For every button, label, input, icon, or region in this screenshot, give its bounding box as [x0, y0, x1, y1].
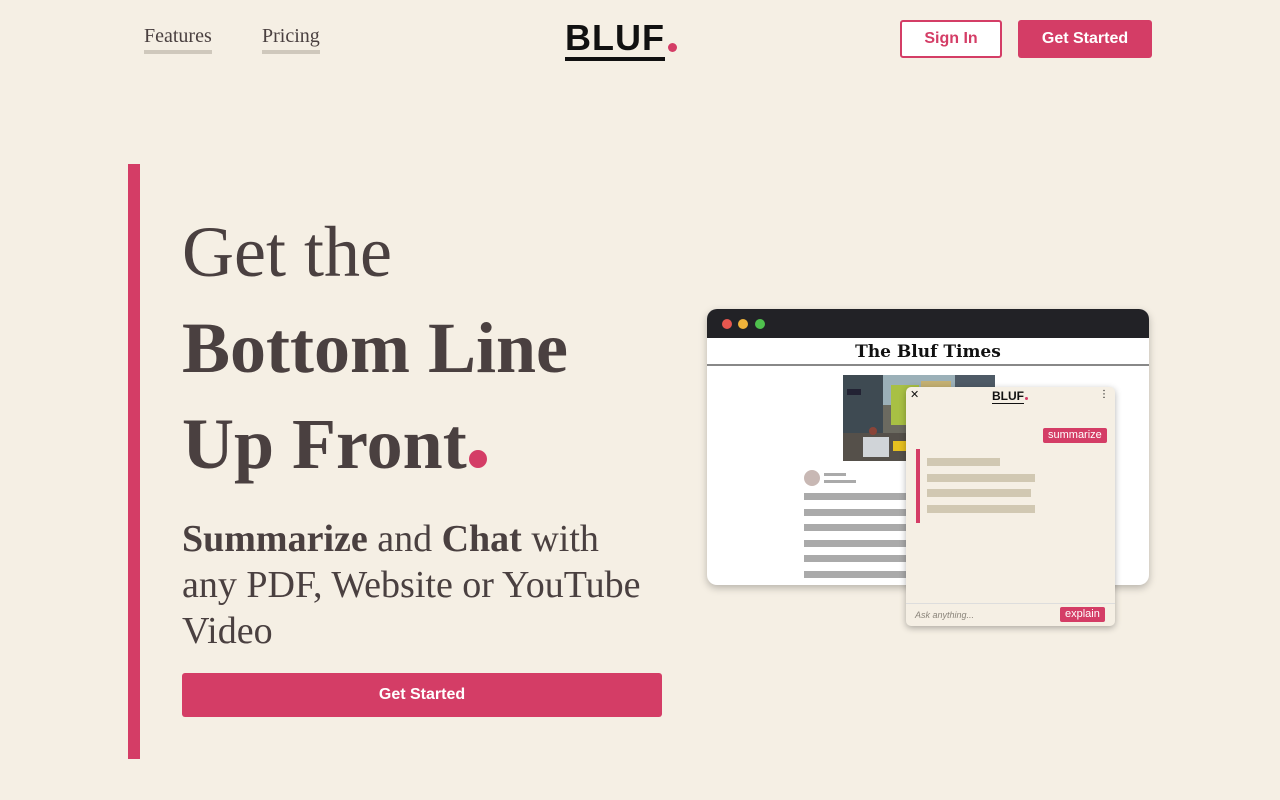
explain-button[interactable]: explain — [1060, 607, 1105, 622]
hero-heading-line3-text: Up Front — [182, 404, 467, 484]
hero-get-started-button[interactable]: Get Started — [182, 673, 662, 717]
hero-accent-bar — [128, 164, 140, 759]
maximize-dot-icon — [755, 319, 765, 329]
browser-titlebar — [707, 309, 1149, 338]
minimize-dot-icon — [738, 319, 748, 329]
panel-menu-icon[interactable]: ⋮ — [1099, 389, 1109, 400]
sign-in-button[interactable]: Sign In — [900, 20, 1002, 58]
logo-dot — [667, 43, 677, 52]
chat-input[interactable]: Ask anything... — [915, 610, 974, 620]
article-text-line — [804, 540, 914, 547]
article-text-line — [804, 555, 914, 562]
newspaper-title: The Bluf Times — [707, 338, 1149, 366]
brand-logo[interactable]: BLUF — [565, 18, 677, 61]
subhead-chat: Chat — [441, 518, 522, 560]
summary-text-line — [927, 505, 1035, 513]
header-get-started-button[interactable]: Get Started — [1018, 20, 1152, 58]
hero-heading-line2: Bottom Line — [182, 308, 568, 388]
article-text-line — [804, 493, 914, 500]
summary-text-line — [927, 489, 1031, 497]
summarize-button[interactable]: summarize — [1043, 428, 1107, 443]
panel-logo: BLUF — [992, 389, 1028, 404]
panel-chat-footer: Ask anything... explain — [906, 603, 1115, 626]
hero-heading-line1: Get the — [182, 212, 392, 292]
summary-accent-bar — [916, 449, 920, 523]
author-avatar — [804, 470, 820, 486]
summary-text-line — [927, 474, 1035, 482]
subhead-and: and — [367, 518, 442, 560]
article-text-line — [804, 524, 914, 531]
hero-subheading: Summarize and Chat with any PDF, Website… — [182, 516, 662, 654]
author-date-line — [824, 480, 856, 483]
nav-pricing-link[interactable]: Pricing — [262, 24, 320, 54]
nav-features-link[interactable]: Features — [144, 24, 212, 54]
article-text-line — [804, 571, 914, 578]
summary-text-line — [927, 458, 1000, 466]
author-name-line — [824, 473, 846, 476]
hero-dot — [468, 450, 487, 468]
panel-close-icon[interactable]: ✕ — [910, 388, 919, 401]
panel-logo-dot — [1025, 397, 1028, 400]
article-text-line — [804, 509, 914, 516]
bluf-extension-panel: ✕ BLUF ⋮ summarize Ask anything... expla… — [906, 387, 1115, 626]
panel-logo-wordmark: BLUF — [992, 389, 1024, 404]
hero-heading-line3: Up Front — [182, 404, 487, 484]
close-dot-icon — [722, 319, 732, 329]
subhead-summarize: Summarize — [182, 518, 368, 560]
logo-wordmark: BLUF — [565, 19, 665, 61]
